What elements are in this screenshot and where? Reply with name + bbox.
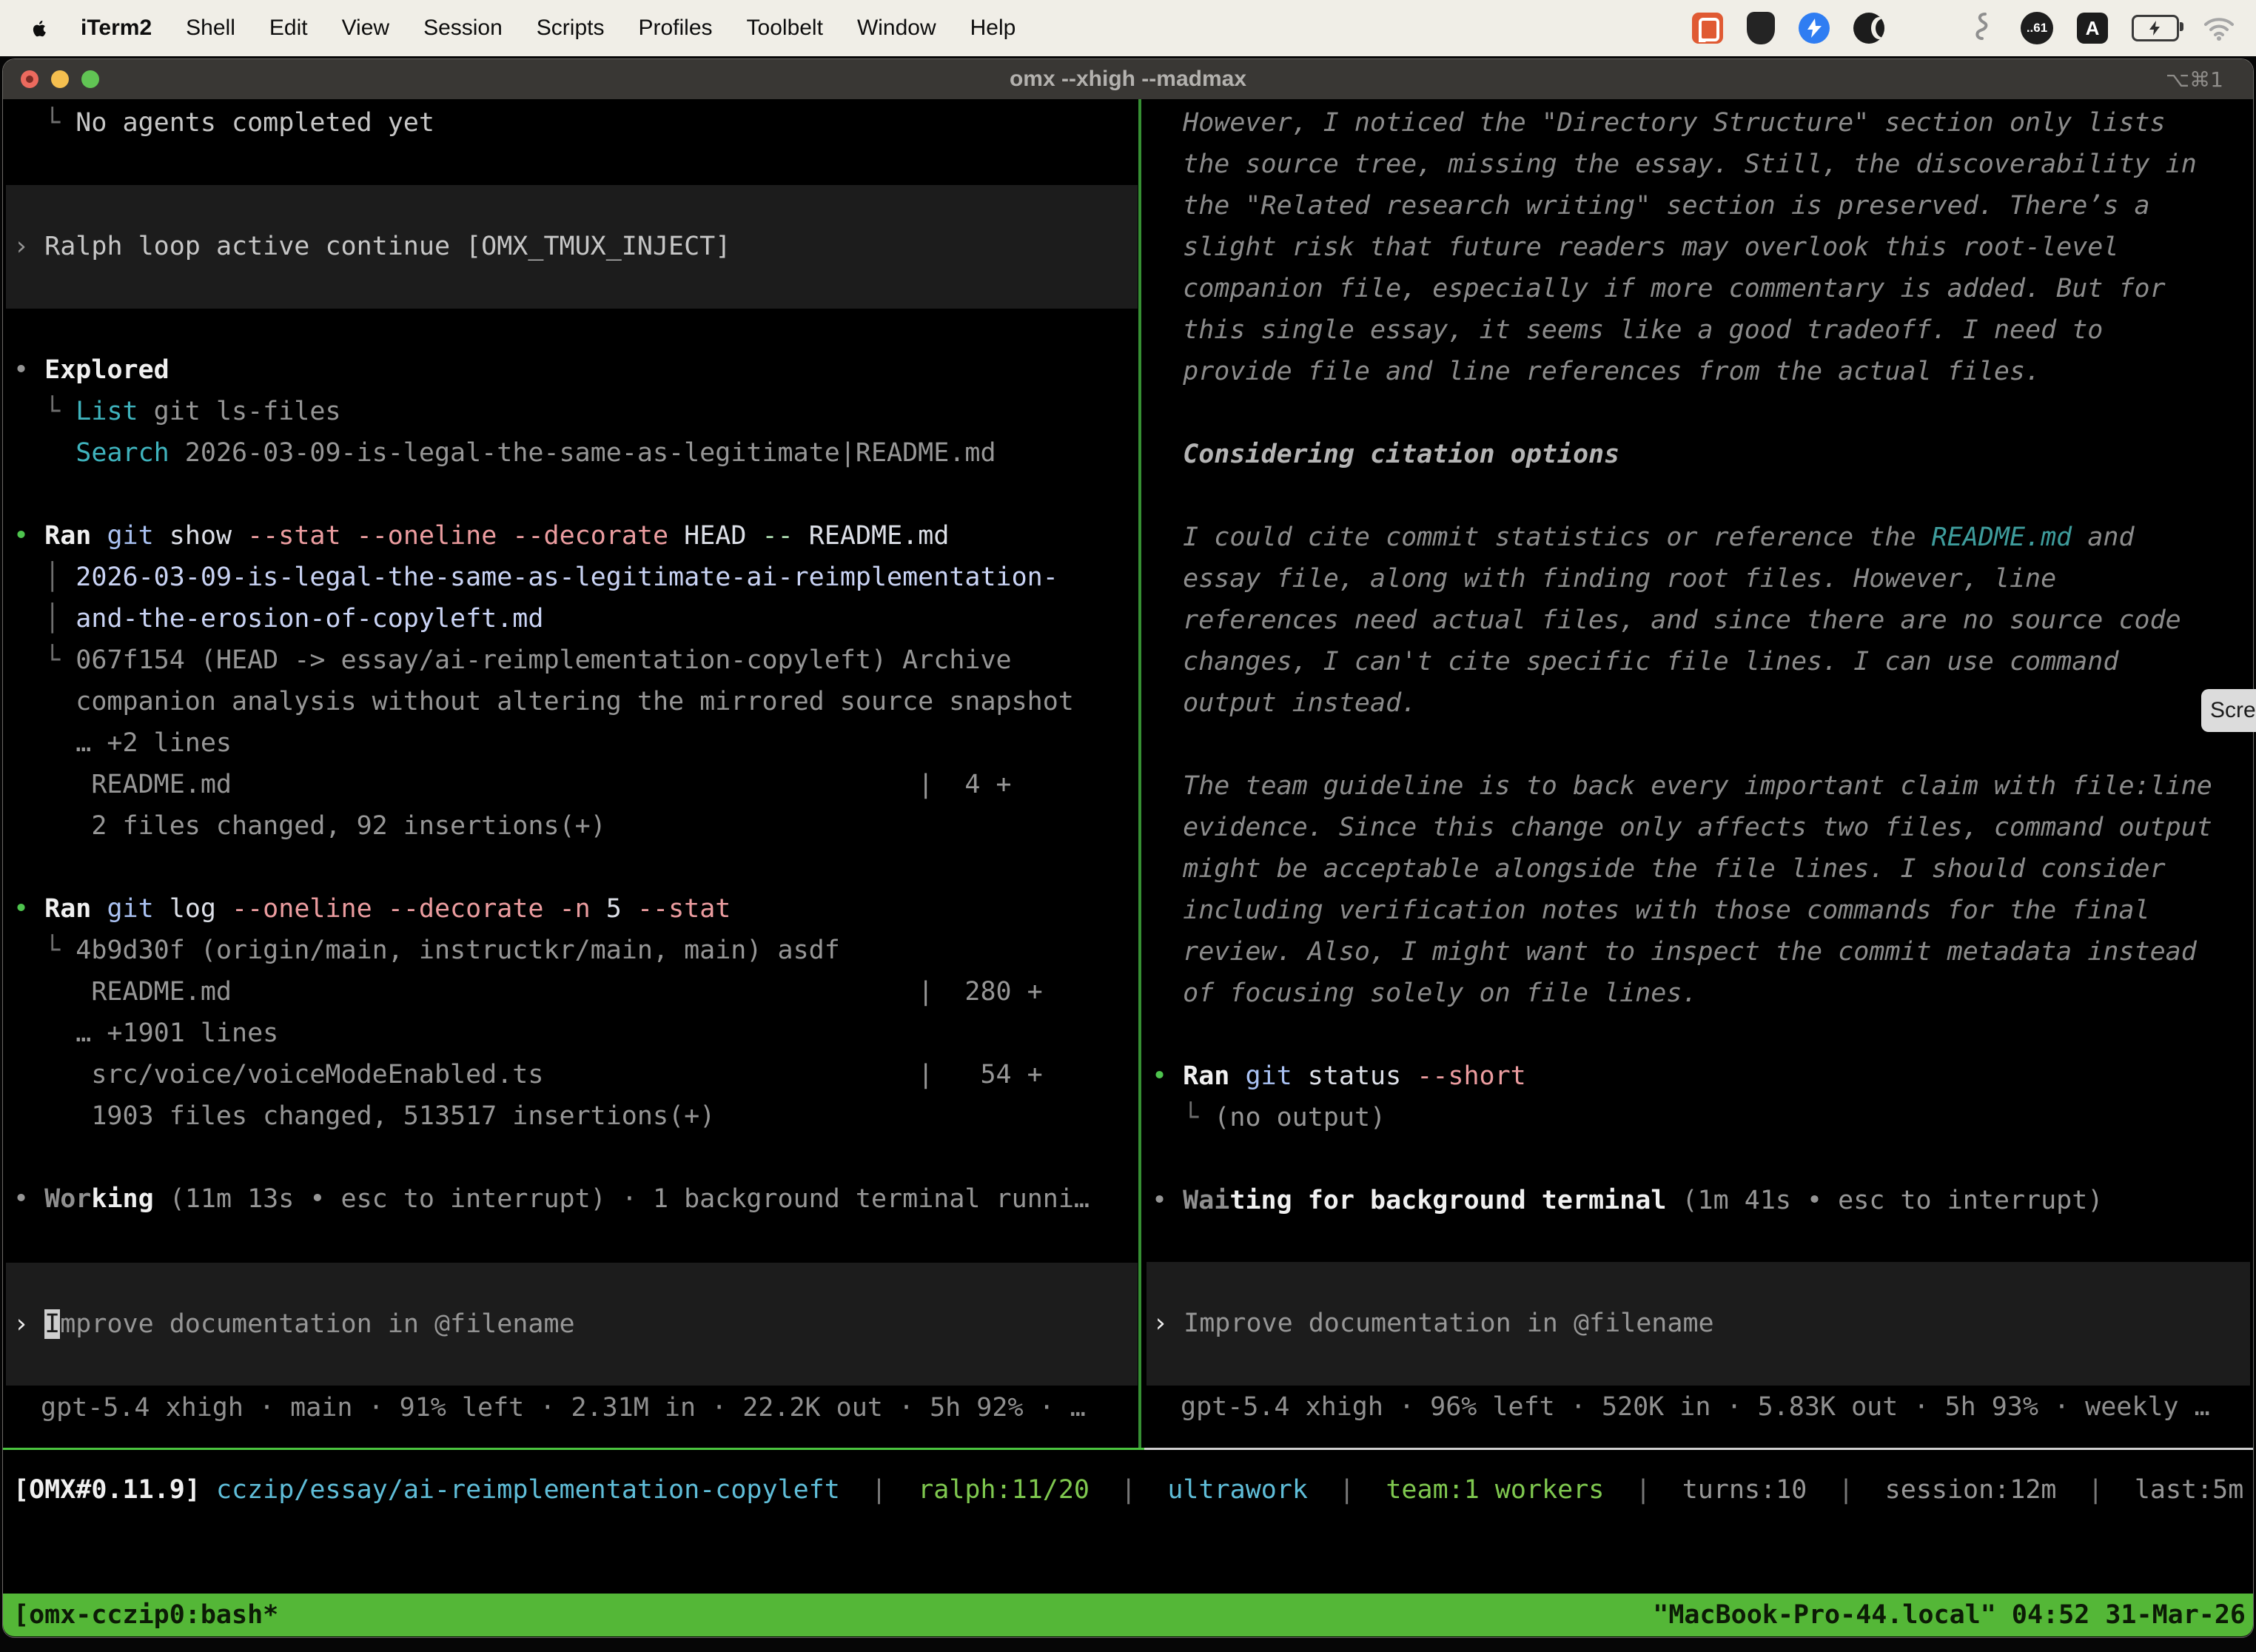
menu-item-iterm2[interactable]: iTerm2 bbox=[81, 16, 152, 41]
menu-item-scripts[interactable]: Scripts bbox=[537, 16, 605, 41]
pane-divider[interactable] bbox=[1138, 99, 1141, 1449]
left-queued-message-box[interactable]: › Ralph loop active continue [OMX_TMUX_I… bbox=[6, 185, 1138, 309]
count-badge-icon[interactable]: ..61 bbox=[2021, 12, 2053, 44]
window-shortcut-hint: ⌥⌘1 bbox=[2166, 67, 2223, 92]
omx-session-statusline: [OMX#0.11.9] cczip/essay/ai-reimplementa… bbox=[13, 1469, 2256, 1511]
a-badge-icon[interactable]: A bbox=[2077, 13, 2108, 44]
right-model-statusline: gpt-5.4 xhigh · 96% left · 520K in · 5.8… bbox=[1181, 1386, 2210, 1428]
menu-bar: iTerm2 Shell Edit View Session Scripts P… bbox=[0, 0, 2256, 56]
disk-pie-icon[interactable] bbox=[1853, 13, 1884, 44]
screen-record-icon[interactable] bbox=[1692, 13, 1723, 44]
menu-item-help[interactable]: Help bbox=[970, 16, 1016, 41]
tmux-host-clock: "MacBook-Pro-44.local" 04:52 31-Mar-26 bbox=[1653, 1600, 2246, 1630]
menu-status-icons: ..61 A bbox=[1692, 12, 2235, 44]
apple-menu-icon[interactable] bbox=[30, 17, 50, 40]
menu-item-session[interactable]: Session bbox=[423, 16, 503, 41]
menu-item-edit[interactable]: Edit bbox=[269, 16, 308, 41]
right-prompt-text: › Improve documentation in @filename bbox=[1152, 1303, 2256, 1344]
zoom-button[interactable] bbox=[81, 70, 99, 88]
battery-icon[interactable] bbox=[2132, 15, 2179, 41]
right-pane-border bbox=[1144, 1448, 2253, 1450]
wifi-icon[interactable] bbox=[2203, 12, 2235, 44]
window-titlebar[interactable]: omx --xhigh --madmax ⌥⌘1 bbox=[3, 59, 2253, 99]
shield-icon[interactable] bbox=[1747, 12, 1775, 44]
menu-item-view[interactable]: View bbox=[342, 16, 389, 41]
left-prompt-text: › Improve documentation in @filename bbox=[13, 1303, 1145, 1345]
left-model-statusline: gpt-5.4 xhigh · main · 91% left · 2.31M … bbox=[41, 1387, 1086, 1428]
left-prompt-input[interactable]: › Improve documentation in @filename bbox=[6, 1263, 1138, 1386]
minimize-button[interactable] bbox=[51, 70, 69, 88]
menu-item-toolbelt[interactable]: Toolbelt bbox=[747, 16, 823, 41]
left-pane-border bbox=[3, 1448, 1144, 1450]
left-pane-scrollback[interactable]: └ No agents completed yet bbox=[13, 102, 434, 144]
screen: iTerm2 Shell Edit View Session Scripts P… bbox=[0, 0, 2256, 1652]
window-title: omx --xhigh --madmax bbox=[3, 67, 2253, 92]
tmux-window-tab[interactable]: [omx-cczip0:bash* bbox=[13, 1600, 278, 1630]
tmux-status-bar: [omx-cczip0:bash* "MacBook-Pro-44.local"… bbox=[3, 1594, 2253, 1636]
screen-share-tooltip[interactable]: Scre bbox=[2201, 689, 2256, 732]
squiggle-icon[interactable] bbox=[1964, 12, 1997, 44]
close-button[interactable] bbox=[21, 70, 38, 88]
dots-grid-icon[interactable] bbox=[1908, 12, 1941, 44]
right-pane-transcript[interactable]: However, I noticed the "Directory Struct… bbox=[1152, 102, 2212, 1221]
menu-item-shell[interactable]: Shell bbox=[186, 16, 235, 41]
menu-item-profiles[interactable]: Profiles bbox=[638, 16, 712, 41]
left-pane-transcript[interactable]: • Explored └ List git ls-files Search 20… bbox=[13, 349, 1090, 1220]
menu-items: iTerm2 Shell Edit View Session Scripts P… bbox=[81, 16, 1015, 41]
menu-item-window[interactable]: Window bbox=[857, 16, 936, 41]
left-queued-message: › Ralph loop active continue [OMX_TMUX_I… bbox=[13, 226, 1145, 267]
sync-badge-icon[interactable] bbox=[1799, 13, 1830, 44]
right-prompt-input[interactable]: › Improve documentation in @filename bbox=[1147, 1262, 2250, 1386]
